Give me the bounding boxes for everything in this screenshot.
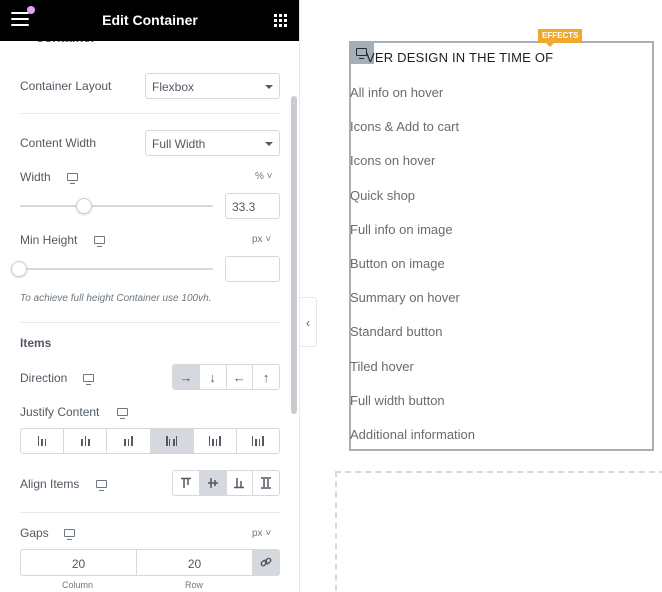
divider [20,512,280,513]
justify-center-button[interactable] [64,429,108,453]
container-layout-label: Container Layout [20,79,112,93]
direction-column-button[interactable]: ↓ [200,365,227,389]
direction-row-button[interactable]: → [173,365,200,389]
canvas-list-item[interactable]: Full width button [350,393,445,408]
align-start-button[interactable] [173,471,200,495]
arrow-left-icon: ← [232,369,246,385]
canvas-list-item[interactable]: Additional information [350,427,475,442]
canvas-list-item[interactable]: Quick shop [350,188,415,203]
link-icon [260,557,272,567]
canvas-list-item[interactable]: All info on hover [350,85,443,100]
justify-content-label: Justify Content [20,405,100,419]
chevron-down-icon [265,142,273,146]
justify-space-around-button[interactable] [194,429,237,453]
desktop-responsive-icon[interactable] [94,236,105,247]
divider [20,113,280,114]
justify-space-between-icon [166,436,178,446]
min-height-slider-thumb[interactable] [11,261,27,277]
items-heading: Items [20,336,52,350]
content-width-value: Full Width [152,137,206,151]
justify-space-evenly-icon [251,436,264,446]
direction-row-reverse-button[interactable]: ← [227,365,254,389]
align-end-button[interactable] [227,471,254,495]
gaps-label: Gaps [20,526,49,540]
min-height-slider-track[interactable] [20,268,213,270]
direction-column-reverse-button[interactable]: ↑ [253,365,279,389]
width-slider-track[interactable] [20,205,213,207]
gap-row-caption: Row [185,580,204,590]
width-input[interactable]: 33.3 [225,193,280,219]
gaps-unit-select[interactable]: px ˅ [252,528,271,539]
desktop-responsive-icon[interactable] [64,529,75,540]
align-center-icon [207,478,218,488]
content-width-select[interactable]: Full Width [145,130,280,156]
canvas-list-item[interactable]: Full info on image [350,222,453,237]
width-label: Width [20,170,51,184]
widgets-grid-icon[interactable] [274,14,287,27]
justify-space-around-icon [208,436,221,446]
canvas-list-item[interactable]: Tiled hover [350,359,414,374]
selected-container-outline[interactable] [349,41,654,451]
desktop-responsive-icon[interactable] [83,374,94,385]
panel-title: Edit Container [102,12,198,28]
desktop-responsive-icon[interactable] [96,480,107,491]
panel-header: Edit Container [0,0,299,41]
min-height-label: Min Height [20,233,78,247]
panel-scrollbar[interactable] [291,96,297,414]
min-height-unit-select[interactable]: px ˅ [252,234,271,245]
width-slider-thumb[interactable] [76,198,93,214]
arrow-up-icon: ↑ [262,369,270,385]
direction-button-group: → ↓ ← ↑ [172,364,280,390]
direction-label: Direction [20,371,68,385]
align-center-button[interactable] [199,471,227,495]
divider [20,322,280,323]
collapse-panel-button[interactable]: ‹ [300,297,317,347]
link-values-button[interactable] [252,549,280,576]
justify-content-button-group [20,428,280,454]
gap-row-input[interactable]: 20 [136,549,253,576]
gap-column-caption: Column [62,580,94,590]
empty-container-dropzone[interactable] [335,471,662,592]
justify-space-between-button[interactable] [150,429,194,453]
align-stretch-button[interactable] [253,471,279,495]
align-items-label: Align Items [20,477,80,491]
chevron-down-icon [265,85,273,89]
justify-start-button[interactable] [21,429,65,453]
gap-column-input[interactable]: 20 [20,549,137,576]
width-unit-select[interactable]: % ˅ [255,171,273,182]
min-height-hint: To achieve full height Container use 100… [20,293,212,304]
min-height-input[interactable] [225,256,280,282]
align-items-button-group [172,470,280,496]
align-end-icon [234,478,245,489]
arrow-down-icon: ↓ [209,369,216,385]
container-layout-select[interactable]: Flexbox [145,73,280,99]
justify-start-icon [37,436,47,446]
container-layout-value: Flexbox [152,80,195,94]
canvas-list-item[interactable]: Button on image [350,256,445,271]
canvas-list-item[interactable]: Summary on hover [350,290,460,305]
canvas-heading: VER DESIGN IN THE TIME OF [366,50,554,65]
desktop-responsive-icon[interactable] [117,408,128,419]
desktop-responsive-icon[interactable] [67,173,78,184]
effects-badge: EFFECTS [538,29,583,47]
justify-space-evenly-button[interactable] [237,429,279,453]
justify-center-icon [81,436,90,446]
justify-end-button[interactable] [107,429,151,453]
content-width-label: Content Width [20,136,97,150]
chevron-left-icon: ‹ [306,316,310,330]
arrow-right-icon: → [179,369,193,385]
justify-end-icon [124,436,133,446]
canvas-list-item[interactable]: Icons on hover [350,153,435,168]
align-stretch-icon [261,477,272,489]
canvas-list-item[interactable]: Icons & Add to cart [350,119,459,134]
align-start-icon [180,477,191,488]
canvas-list-item[interactable]: Standard button [350,324,443,339]
editor-panel: Edit Container Container Container Layou… [0,0,300,592]
